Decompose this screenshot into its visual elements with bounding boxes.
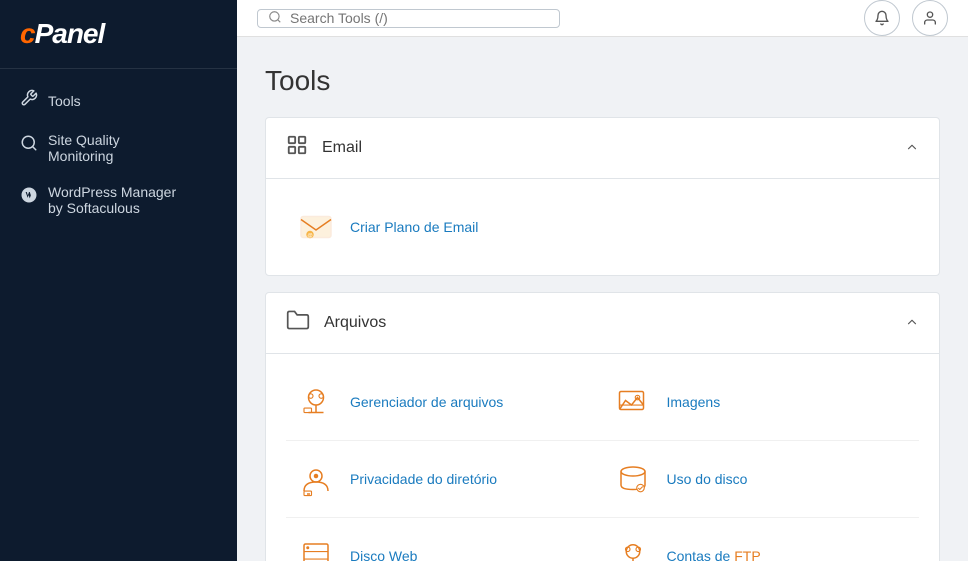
- imagens-label: Imagens: [667, 394, 721, 410]
- svg-text:@: @: [307, 233, 312, 239]
- email-section-body: @ Criar Plano de Email: [266, 179, 939, 275]
- sidebar-item-wordpress[interactable]: WordPress Manager by Softaculous: [0, 174, 237, 226]
- tool-item-imagens[interactable]: Imagens: [603, 364, 920, 441]
- site-quality-icon: [20, 134, 38, 157]
- notifications-button[interactable]: [864, 0, 900, 36]
- email-section-title: Email: [322, 139, 362, 157]
- search-input[interactable]: [290, 10, 549, 26]
- content-area: Tools Email: [237, 37, 968, 561]
- sidebar-item-site-quality-label2: Monitoring: [48, 148, 120, 164]
- arquivos-section-title: Arquivos: [324, 314, 386, 332]
- criar-plano-label: Criar Plano de Email: [350, 219, 478, 235]
- privacidade-icon: [296, 459, 336, 499]
- tool-item-gerenciador[interactable]: Gerenciador de arquivos: [286, 364, 603, 441]
- tool-item-disco-web[interactable]: Disco Web: [286, 518, 603, 561]
- logo-text: cPanel: [20, 18, 217, 50]
- sidebar-item-site-quality-label: Site Quality: [48, 132, 120, 148]
- contas-ftp-icon: FTP: [613, 536, 653, 561]
- uso-disco-icon: [613, 459, 653, 499]
- contas-ftp-label: Contas de FTP: [667, 548, 761, 561]
- email-section-header[interactable]: Email: [266, 118, 939, 179]
- imagens-icon: [613, 382, 653, 422]
- wordpress-icon: [20, 186, 38, 209]
- sidebar-nav: Tools Site Quality Monitoring: [0, 69, 237, 236]
- uso-disco-label: Uso do disco: [667, 471, 748, 487]
- arquivos-section-icon: [286, 309, 310, 337]
- email-section-icon: [286, 134, 308, 162]
- sidebar-item-site-quality[interactable]: Site Quality Monitoring: [0, 122, 237, 174]
- sidebar-item-tools[interactable]: Tools: [0, 79, 237, 122]
- main-content: Tools Email: [237, 0, 968, 561]
- email-section-chevron: [905, 140, 919, 157]
- privacidade-label: Privacidade do diretório: [350, 471, 497, 487]
- header: [237, 0, 968, 37]
- search-bar[interactable]: [257, 9, 560, 28]
- tools-icon: [20, 89, 38, 112]
- arquivos-section-header[interactable]: Arquivos: [266, 293, 939, 354]
- tool-item-privacidade[interactable]: Privacidade do diretório: [286, 441, 603, 518]
- email-tool-item[interactable]: @ Criar Plano de Email: [286, 189, 919, 265]
- gerenciador-label: Gerenciador de arquivos: [350, 394, 503, 410]
- user-menu-button[interactable]: [912, 0, 948, 36]
- tool-item-uso-disco[interactable]: Uso do disco: [603, 441, 920, 518]
- search-icon: [268, 10, 282, 27]
- sidebar: cPanel Tools Site Quality Moni: [0, 0, 237, 561]
- disco-web-label: Disco Web: [350, 548, 417, 561]
- arquivos-section: Arquivos: [265, 292, 940, 561]
- disco-web-icon: [296, 536, 336, 561]
- sidebar-logo: cPanel: [0, 0, 237, 69]
- gerenciador-icon: [296, 382, 336, 422]
- criar-plano-icon: @: [296, 207, 336, 247]
- page-title: Tools: [265, 65, 940, 97]
- sidebar-item-wp-label1: WordPress Manager: [48, 184, 176, 200]
- sidebar-item-wp-label2: by Softaculous: [48, 200, 176, 216]
- tool-item-contas-ftp[interactable]: FTP Contas de FTP: [603, 518, 920, 561]
- arquivos-section-body: Gerenciador de arquivos Imagen: [266, 354, 939, 561]
- arquivos-tool-grid: Gerenciador de arquivos Imagen: [286, 364, 919, 561]
- email-section: Email @: [265, 117, 940, 276]
- sidebar-item-tools-label: Tools: [48, 93, 81, 109]
- arquivos-section-chevron: [905, 315, 919, 332]
